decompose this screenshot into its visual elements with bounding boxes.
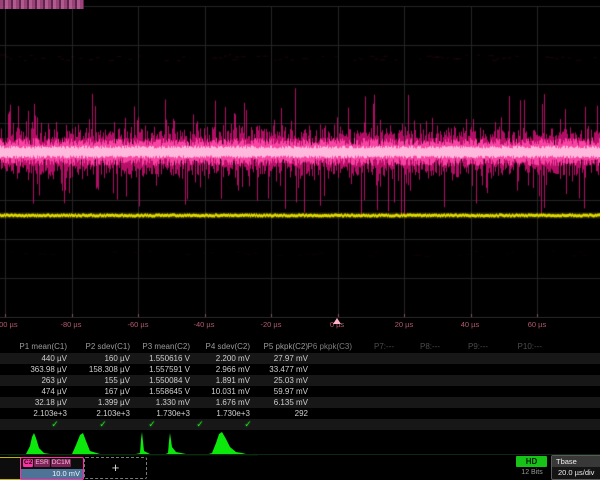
time-tick-label: -40 µs <box>174 320 234 329</box>
time-tick-label: -60 µs <box>108 320 168 329</box>
table-row-headers: P1 mean(C1) P2 sdev(C1) P3 mean(C2) P4 s… <box>0 341 600 352</box>
measurement-table: P1 mean(C1) P2 sdev(C1) P3 mean(C2) P4 s… <box>0 341 600 430</box>
timebase-value: 20.0 µs/div <box>552 467 600 477</box>
c2-coupling-badge: DC1M <box>51 459 71 467</box>
oscilloscope-screen: -100 µs -80 µs -60 µs -40 µs -20 µs 0 µs… <box>0 0 600 480</box>
measurement-sdev: 6.135 mV <box>246 397 308 408</box>
measurement-header[interactable]: P10:--- <box>492 341 542 352</box>
c2-channel-tab[interactable]: C2 <box>23 459 33 467</box>
c2-esr-badge: ESR <box>34 459 49 467</box>
timebase-title: Tbase <box>552 456 600 467</box>
measurement-num: 1.730e+3 <box>128 408 190 419</box>
measurement-header[interactable]: P1 mean(C1) <box>5 341 67 352</box>
measurement-mean: 158.308 µV <box>68 364 130 375</box>
vendor-logo <box>0 0 84 9</box>
measurement-min: 25.03 mV <box>246 375 308 386</box>
measurement-mean: 1.557591 V <box>128 364 190 375</box>
measurement-num: 1.730e+3 <box>188 408 250 419</box>
measurement-min: 1.891 mV <box>188 375 250 386</box>
measurement-header[interactable]: P8:--- <box>390 341 440 352</box>
measurement-value: 440 µV <box>5 353 67 364</box>
measurement-mean: 2.966 mV <box>188 364 250 375</box>
measurement-header[interactable]: P4 sdev(C2) <box>188 341 250 352</box>
time-tick-label: 20 µs <box>374 320 434 329</box>
measurement-max: 1.558645 V <box>128 386 190 397</box>
toolbar-divider <box>0 454 600 455</box>
measurement-mean: 33.477 mV <box>246 364 308 375</box>
time-tick-label: -100 µs <box>0 320 35 329</box>
measurement-value: 2.200 mV <box>188 353 250 364</box>
measurement-header[interactable]: P9:--- <box>438 341 488 352</box>
measurement-histicon[interactable] <box>66 433 108 455</box>
measurement-histicon[interactable] <box>205 432 252 455</box>
bit-depth-label: 12 Bits <box>512 469 552 476</box>
measurement-mean: 363.98 µV <box>5 364 67 375</box>
measurement-min: 1.550084 V <box>128 375 190 386</box>
measurement-sdev: 1.330 mV <box>128 397 190 408</box>
measurement-max: 167 µV <box>68 386 130 397</box>
waveform-display[interactable] <box>0 0 600 318</box>
table-row-max: 474 µV 167 µV 1.558645 V 10.031 mV 59.97… <box>0 386 600 397</box>
table-row-value: 440 µV 160 µV 1.550616 V 2.200 mV 27.97 … <box>0 353 600 364</box>
measurement-sdev: 32.18 µV <box>5 397 67 408</box>
measurement-sdev: 1.399 µV <box>68 397 130 408</box>
measurement-header[interactable]: P3 mean(C2) <box>128 341 190 352</box>
table-row-mean: 363.98 µV 158.308 µV 1.557591 V 2.966 mV… <box>0 364 600 375</box>
measurement-min: 263 µV <box>5 375 67 386</box>
histicon-strip <box>0 429 600 457</box>
c2-vertical-scale: 10.0 mV <box>21 469 83 479</box>
measurement-max: 10.031 mV <box>188 386 250 397</box>
table-row-sdev: 32.18 µV 1.399 µV 1.330 mV 1.676 mV 6.13… <box>0 397 600 408</box>
measurement-header[interactable]: P2 sdev(C1) <box>68 341 130 352</box>
table-row-num: 2.103e+3 2.103e+3 1.730e+3 1.730e+3 292 <box>0 408 600 419</box>
measurement-histicon[interactable] <box>18 433 56 455</box>
channel-c2-descriptor[interactable]: C2ESRDC1M 10.0 mV <box>20 457 84 480</box>
measurement-sdev: 1.676 mV <box>188 397 250 408</box>
measurement-header[interactable]: P7:--- <box>344 341 394 352</box>
hd-mode-badge[interactable]: HD <box>516 456 547 467</box>
measurement-num: 2.103e+3 <box>68 408 130 419</box>
time-axis: -100 µs -80 µs -60 µs -40 µs -20 µs 0 µs… <box>0 318 600 332</box>
time-tick-label: -20 µs <box>241 320 301 329</box>
table-row-min: 263 µV 155 µV 1.550084 V 1.891 mV 25.03 … <box>0 375 600 386</box>
measurement-num: 2.103e+3 <box>5 408 67 419</box>
measurement-value: 1.550616 V <box>128 353 190 364</box>
measurement-value: 160 µV <box>68 353 130 364</box>
measurement-max: 59.97 mV <box>246 386 308 397</box>
time-tick-label: -80 µs <box>41 320 101 329</box>
measurement-value: 27.97 mV <box>246 353 308 364</box>
add-trace-button[interactable]: + <box>84 457 147 479</box>
time-tick-label: 40 µs <box>440 320 500 329</box>
measurement-max: 474 µV <box>5 386 67 397</box>
trigger-time-marker[interactable] <box>333 318 341 324</box>
measurement-histicon[interactable] <box>163 433 200 455</box>
time-tick-label: 60 µs <box>507 320 567 329</box>
plus-icon: + <box>112 460 120 475</box>
measurement-histicon[interactable] <box>118 432 158 455</box>
timebase-descriptor[interactable]: Tbase 20.0 µs/div <box>551 455 600 480</box>
measurement-min: 155 µV <box>68 375 130 386</box>
measurement-num: 292 <box>246 408 308 419</box>
